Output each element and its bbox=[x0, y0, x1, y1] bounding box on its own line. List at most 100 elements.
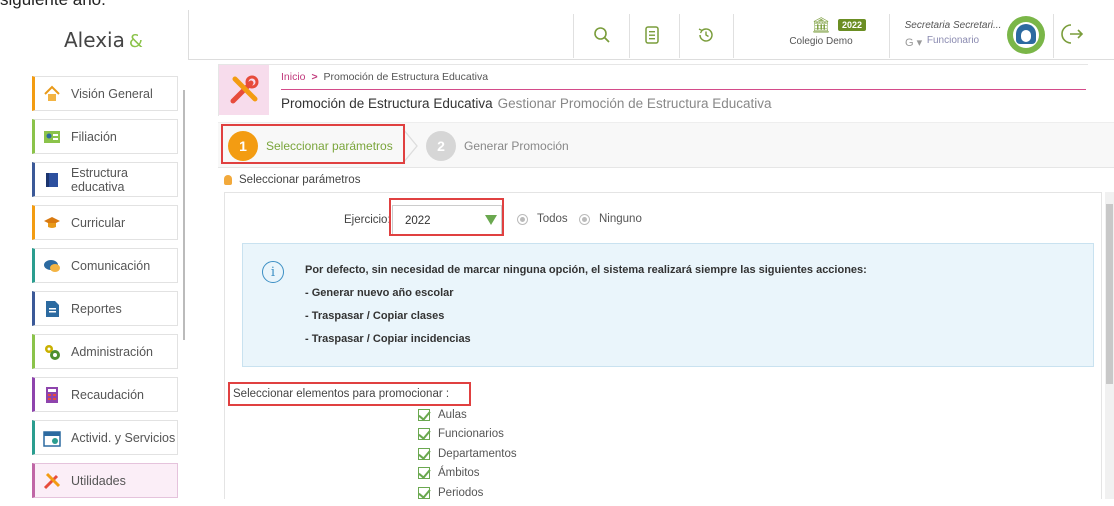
checkbox-icon bbox=[418, 486, 430, 499]
sidebar-item-estructura-educativa[interactable]: Estructura educativa bbox=[32, 162, 178, 197]
chat-icon bbox=[43, 257, 61, 275]
tools-icon bbox=[43, 472, 61, 490]
notes-icon[interactable] bbox=[635, 18, 669, 52]
logo-mark-icon: & bbox=[128, 31, 143, 52]
ejercicio-label: Ejercicio: bbox=[344, 214, 391, 226]
search-icon[interactable] bbox=[585, 18, 619, 52]
breadcrumb-home-link[interactable]: Inicio bbox=[281, 71, 306, 83]
info-line: Por defecto, sin necesidad de marcar nin… bbox=[305, 264, 867, 276]
title-divider bbox=[281, 89, 1086, 90]
sidebar-item-comunicacion[interactable]: Comunicación bbox=[32, 248, 178, 283]
header-separator bbox=[889, 14, 890, 58]
page-title: Promoción de Estructura Educativa Gestion… bbox=[281, 96, 772, 111]
home-icon bbox=[43, 85, 61, 103]
checkbox-ambitos[interactable]: Ámbitos bbox=[418, 464, 517, 484]
checkbox-label: Aulas bbox=[438, 408, 467, 421]
step-number: 2 bbox=[426, 131, 456, 161]
gears-icon bbox=[43, 343, 61, 361]
sidebar-item-vision-general[interactable]: Visión General bbox=[32, 76, 178, 111]
sidebar-item-label: Recaudación bbox=[71, 387, 144, 402]
sidebar-item-label: Curricular bbox=[71, 215, 126, 230]
section-title: Seleccionar parámetros bbox=[224, 174, 360, 186]
document-icon bbox=[43, 300, 61, 318]
sidebar-item-utilidades[interactable]: Utilidades bbox=[32, 463, 178, 498]
checkbox-periodos[interactable]: Periodos bbox=[418, 483, 517, 503]
sidebar-item-recaudacion[interactable]: Recaudación bbox=[32, 377, 178, 412]
app-logo[interactable]: Alexia & bbox=[64, 28, 143, 52]
checkbox-funcionarios[interactable]: Funcionarios bbox=[418, 425, 517, 445]
checkbox-icon bbox=[418, 428, 430, 441]
school-name: Colegio Demo bbox=[789, 36, 853, 47]
user-menu[interactable]: Secretaria Secretari... Funcionario G ▾ bbox=[903, 20, 1003, 49]
info-line: - Traspasar / Copiar incidencias bbox=[305, 333, 471, 345]
radio-ninguno[interactable]: Ninguno bbox=[579, 213, 642, 225]
sidebar-item-filiacion[interactable]: Filiación bbox=[32, 119, 178, 154]
tools-icon bbox=[219, 65, 269, 115]
checkbox-label: Departamentos bbox=[438, 447, 517, 460]
promote-checklist: Aulas Funcionarios Departamentos Ámbitos… bbox=[418, 405, 517, 503]
sidebar-item-curricular[interactable]: Curricular bbox=[32, 205, 178, 240]
top-header: 🏛 Colegio Demo 2022 Secretaria Secretari… bbox=[188, 10, 1114, 60]
info-line: - Traspasar / Copiar clases bbox=[305, 310, 445, 322]
info-icon: i bbox=[262, 261, 284, 283]
info-line: - Generar nuevo año escolar bbox=[305, 287, 454, 299]
header-separator bbox=[1053, 14, 1054, 58]
sidebar-item-actividades-servicios[interactable]: Activid. y Servicios bbox=[32, 420, 178, 455]
user-name: Secretaria Secretari... bbox=[904, 20, 1002, 31]
sidebar-nav: Visión General Filiación Estructura educ… bbox=[32, 76, 178, 506]
graduation-cap-icon bbox=[43, 214, 61, 232]
sidebar-item-label: Estructura educativa bbox=[71, 165, 128, 194]
wizard-step-2[interactable]: 2 Generar Promoción bbox=[426, 131, 569, 161]
header-separator bbox=[629, 14, 630, 58]
sidebar-item-label: Comunicación bbox=[71, 258, 151, 273]
sidebar-item-label: Visión General bbox=[71, 86, 153, 101]
book-icon bbox=[43, 171, 61, 189]
avatar[interactable] bbox=[1007, 16, 1045, 54]
logout-icon[interactable] bbox=[1061, 22, 1085, 52]
highlight-box bbox=[221, 124, 405, 164]
sidebar-item-label: Filiación bbox=[71, 129, 117, 144]
checkbox-label: Ámbitos bbox=[438, 467, 480, 480]
header-separator bbox=[679, 14, 680, 58]
checkbox-label: Funcionarios bbox=[438, 428, 504, 441]
sidebar-item-label: Reportes bbox=[71, 301, 122, 316]
top-cropped-text: siguiente año. bbox=[0, 0, 200, 10]
header-separator bbox=[573, 14, 574, 58]
sidebar-item-administracion[interactable]: Administración bbox=[32, 334, 178, 369]
breadcrumb-current: Promoción de Estructura Educativa bbox=[323, 71, 489, 83]
sidebar-scrollbar[interactable] bbox=[183, 90, 185, 340]
header-separator bbox=[733, 14, 734, 58]
calendar-icon bbox=[43, 429, 61, 447]
radio-todos[interactable]: Todos bbox=[517, 213, 568, 225]
sidebar-item-label: Administración bbox=[71, 344, 153, 359]
sidebar-item-reportes[interactable]: Reportes bbox=[32, 291, 178, 326]
checkbox-label: Periodos bbox=[438, 486, 484, 499]
radio-label: Ninguno bbox=[599, 213, 642, 225]
step-label: Generar Promoción bbox=[464, 139, 569, 153]
calculator-icon bbox=[43, 386, 61, 404]
main-scrollbar[interactable] bbox=[1105, 192, 1114, 499]
chevron-down-icon[interactable]: G ▾ bbox=[905, 36, 922, 49]
page-subtitle: Gestionar Promoción de Estructura Educat… bbox=[497, 96, 772, 111]
page-header: Inicio > Promoción de Estructura Educati… bbox=[218, 64, 1088, 116]
highlight-box bbox=[228, 382, 471, 406]
info-box: i Por defecto, sin necesidad de marcar n… bbox=[242, 243, 1094, 367]
checkbox-departamentos[interactable]: Departamentos bbox=[418, 444, 517, 464]
checkbox-icon bbox=[418, 467, 430, 480]
history-icon[interactable] bbox=[689, 18, 723, 52]
checkbox-icon bbox=[418, 447, 430, 460]
breadcrumb: Inicio > Promoción de Estructura Educati… bbox=[281, 71, 488, 83]
sidebar-item-label: Utilidades bbox=[71, 473, 126, 488]
radio-icon bbox=[579, 213, 590, 225]
year-badge[interactable]: 2022 bbox=[838, 19, 867, 31]
id-card-icon bbox=[43, 128, 61, 146]
sidebar-item-label: Activid. y Servicios bbox=[71, 430, 176, 445]
radio-icon bbox=[517, 213, 528, 225]
highlight-box bbox=[389, 198, 504, 236]
breadcrumb-separator: > bbox=[311, 71, 318, 83]
radio-label: Todos bbox=[537, 213, 568, 225]
checkbox-aulas[interactable]: Aulas bbox=[418, 405, 517, 425]
lightbulb-icon bbox=[224, 175, 232, 185]
checkbox-icon bbox=[418, 408, 430, 421]
sidebar: Alexia & Visión General Filiación Estruct… bbox=[0, 10, 188, 499]
